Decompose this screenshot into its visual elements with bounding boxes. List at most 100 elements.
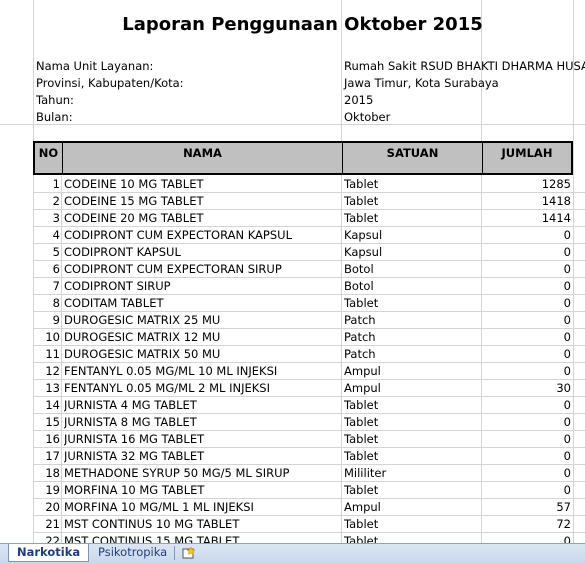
table-row[interactable]: 16 JURNISTA 16 MG TABLET Tablet 0 [33, 431, 585, 448]
row-nama[interactable]: MST CONTINUS 15 MG TABLET [64, 533, 340, 543]
row-satuan[interactable]: Tablet [344, 431, 479, 448]
row-nama[interactable]: CODIPRONT KAPSUL [64, 244, 340, 261]
row-jumlah[interactable]: 0 [482, 465, 571, 482]
row-no[interactable]: 12 [33, 363, 60, 380]
table-row[interactable]: 8 CODITAM TABLET Tablet 0 [33, 295, 585, 312]
row-nama[interactable]: CODEINE 20 MG TABLET [64, 210, 340, 227]
row-no[interactable]: 21 [33, 516, 60, 533]
row-satuan[interactable]: Tablet [344, 210, 479, 227]
table-row[interactable]: 5 CODIPRONT KAPSUL Kapsul 0 [33, 244, 585, 261]
row-satuan[interactable]: Tablet [344, 414, 479, 431]
table-row[interactable]: 19 MORFINA 10 MG TABLET Tablet 0 [33, 482, 585, 499]
row-satuan[interactable]: Botol [344, 261, 479, 278]
table-row[interactable]: 9 DUROGESIC MATRIX 25 MU Patch 0 [33, 312, 585, 329]
table-row[interactable]: 14 JURNISTA 4 MG TABLET Tablet 0 [33, 397, 585, 414]
table-row[interactable]: 15 JURNISTA 8 MG TABLET Tablet 0 [33, 414, 585, 431]
row-nama[interactable]: MORFINA 10 MG TABLET [64, 482, 340, 499]
row-no[interactable]: 22 [33, 533, 60, 543]
row-satuan[interactable]: Patch [344, 346, 479, 363]
row-jumlah[interactable]: 0 [482, 397, 571, 414]
table-row[interactable]: 3 CODEINE 20 MG TABLET Tablet 1414 [33, 210, 585, 227]
row-jumlah[interactable]: 0 [482, 533, 571, 543]
row-nama[interactable]: JURNISTA 32 MG TABLET [64, 448, 340, 465]
row-nama[interactable]: JURNISTA 16 MG TABLET [64, 431, 340, 448]
row-no[interactable]: 5 [33, 244, 60, 261]
row-no[interactable]: 4 [33, 227, 60, 244]
row-jumlah[interactable]: 0 [482, 329, 571, 346]
row-satuan[interactable]: Ampul [344, 380, 479, 397]
row-nama[interactable]: DUROGESIC MATRIX 12 MU [64, 329, 340, 346]
row-no[interactable]: 20 [33, 499, 60, 516]
row-no[interactable]: 11 [33, 346, 60, 363]
row-jumlah[interactable]: 0 [482, 414, 571, 431]
row-nama[interactable]: JURNISTA 4 MG TABLET [64, 397, 340, 414]
row-satuan[interactable]: Patch [344, 329, 479, 346]
row-nama[interactable]: DUROGESIC MATRIX 25 MU [64, 312, 340, 329]
row-jumlah[interactable]: 72 [482, 516, 571, 533]
row-nama[interactable]: CODIPRONT SIRUP [64, 278, 340, 295]
table-row[interactable]: 10 DUROGESIC MATRIX 12 MU Patch 0 [33, 329, 585, 346]
table-row[interactable]: 20 MORFINA 10 MG/ML 1 ML INJEKSI Ampul 57 [33, 499, 585, 516]
row-satuan[interactable]: Tablet [344, 397, 479, 414]
table-row[interactable]: 1 CODEINE 10 MG TABLET Tablet 1285 [33, 176, 585, 193]
row-satuan[interactable]: Tablet [344, 516, 479, 533]
table-row[interactable]: 6 CODIPRONT CUM EXPECTORAN SIRUP Botol 0 [33, 261, 585, 278]
row-jumlah[interactable]: 0 [482, 278, 571, 295]
row-satuan[interactable]: Tablet [344, 176, 479, 193]
row-jumlah[interactable]: 1418 [482, 193, 571, 210]
row-jumlah[interactable]: 0 [482, 448, 571, 465]
row-jumlah[interactable]: 30 [482, 380, 571, 397]
row-nama[interactable]: FENTANYL 0.05 MG/ML 10 ML INJEKSI [64, 363, 340, 380]
row-no[interactable]: 19 [33, 482, 60, 499]
row-no[interactable]: 3 [33, 210, 60, 227]
row-no[interactable]: 6 [33, 261, 60, 278]
row-no[interactable]: 10 [33, 329, 60, 346]
row-nama[interactable]: JURNISTA 8 MG TABLET [64, 414, 340, 431]
row-jumlah[interactable]: 0 [482, 261, 571, 278]
row-jumlah[interactable]: 0 [482, 431, 571, 448]
row-nama[interactable]: DUROGESIC MATRIX 50 MU [64, 346, 340, 363]
tab-psikotropika[interactable]: Psikotropika [90, 544, 175, 562]
row-no[interactable]: 1 [33, 176, 60, 193]
row-no[interactable]: 13 [33, 380, 60, 397]
row-nama[interactable]: FENTANYL 0.05 MG/ML 2 ML INJEKSI [64, 380, 340, 397]
row-satuan[interactable]: Kapsul [344, 244, 479, 261]
row-no[interactable]: 15 [33, 414, 60, 431]
spreadsheet-area[interactable]: Laporan Penggunaan Oktober 2015 Nama Uni… [0, 0, 585, 543]
row-no[interactable]: 7 [33, 278, 60, 295]
row-no[interactable]: 8 [33, 295, 60, 312]
row-satuan[interactable]: Tablet [344, 448, 479, 465]
row-no[interactable]: 16 [33, 431, 60, 448]
row-satuan[interactable]: Mililiter [344, 465, 479, 482]
row-satuan[interactable]: Botol [344, 278, 479, 295]
table-row[interactable]: 7 CODIPRONT SIRUP Botol 0 [33, 278, 585, 295]
row-satuan[interactable]: Tablet [344, 482, 479, 499]
insert-sheet-button[interactable] [176, 544, 202, 562]
header-satuan[interactable]: SATUAN [343, 143, 483, 173]
row-nama[interactable]: METHADONE SYRUP 50 MG/5 ML SIRUP [64, 465, 340, 482]
row-satuan[interactable]: Patch [344, 312, 479, 329]
row-jumlah[interactable]: 0 [482, 295, 571, 312]
row-jumlah[interactable]: 0 [482, 346, 571, 363]
row-nama[interactable]: CODEINE 10 MG TABLET [64, 176, 340, 193]
table-row[interactable]: 17 JURNISTA 32 MG TABLET Tablet 0 [33, 448, 585, 465]
table-row[interactable]: 11 DUROGESIC MATRIX 50 MU Patch 0 [33, 346, 585, 363]
table-row[interactable]: 21 MST CONTINUS 10 MG TABLET Tablet 72 [33, 516, 585, 533]
row-no[interactable]: 18 [33, 465, 60, 482]
row-no[interactable]: 17 [33, 448, 60, 465]
table-row[interactable]: 22 MST CONTINUS 15 MG TABLET Tablet 0 [33, 533, 585, 543]
row-no[interactable]: 9 [33, 312, 60, 329]
row-satuan[interactable]: Ampul [344, 499, 479, 516]
row-nama[interactable]: CODIPRONT CUM EXPECTORAN SIRUP [64, 261, 340, 278]
row-jumlah[interactable]: 57 [482, 499, 571, 516]
row-jumlah[interactable]: 0 [482, 312, 571, 329]
row-jumlah[interactable]: 1285 [482, 176, 571, 193]
row-no[interactable]: 2 [33, 193, 60, 210]
row-nama[interactable]: CODITAM TABLET [64, 295, 340, 312]
row-jumlah[interactable]: 0 [482, 227, 571, 244]
row-nama[interactable]: MST CONTINUS 10 MG TABLET [64, 516, 340, 533]
row-satuan[interactable]: Ampul [344, 363, 479, 380]
row-no[interactable]: 14 [33, 397, 60, 414]
table-row[interactable]: 2 CODEINE 15 MG TABLET Tablet 1418 [33, 193, 585, 210]
row-satuan[interactable]: Tablet [344, 533, 479, 543]
